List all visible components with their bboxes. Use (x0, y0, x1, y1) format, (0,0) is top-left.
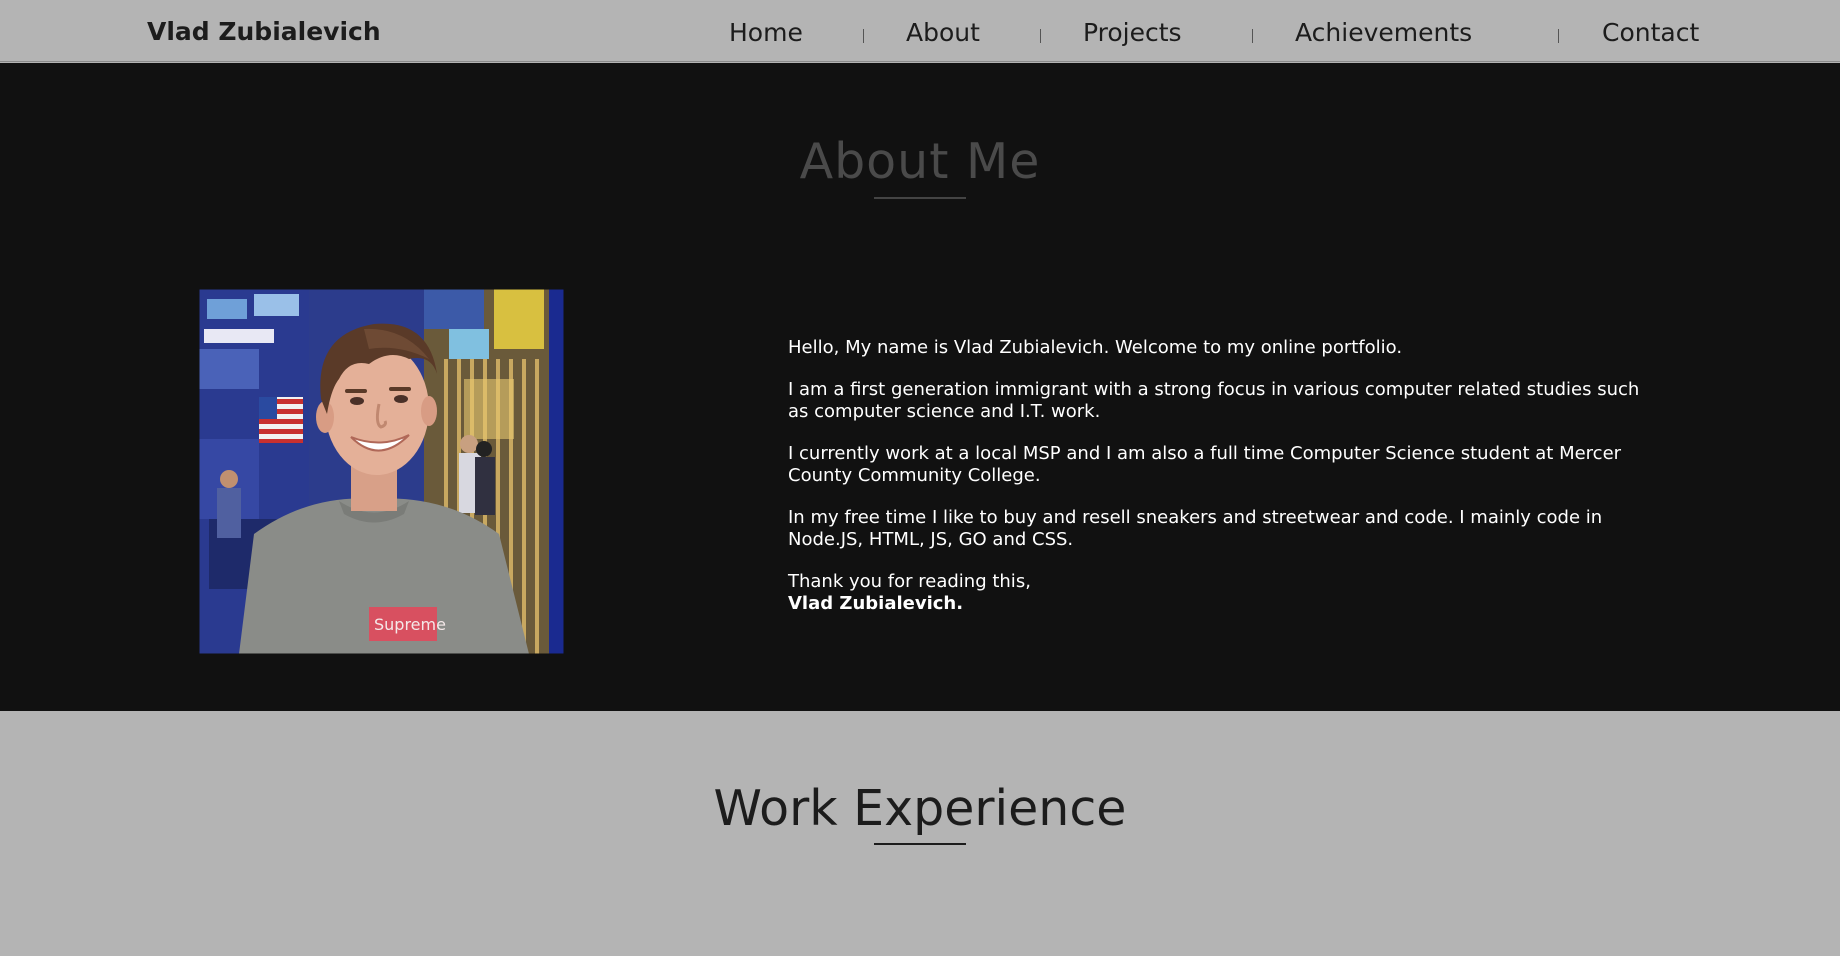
about-bio: Hello, My name is Vlad Zubialevich. Welc… (788, 337, 1648, 615)
nav-separator (1558, 29, 1559, 43)
about-section: About Me Supreme Hello, My name is Vlad … (0, 63, 1840, 711)
nav-projects[interactable]: Projects (1083, 18, 1182, 47)
shirt-logo-text: Supreme (374, 615, 446, 634)
nav-separator (1040, 29, 1041, 43)
nav-separator (1252, 29, 1253, 43)
bio-paragraph: I am a first generation immigrant with a… (788, 379, 1640, 422)
bio-closing: Thank you for reading this, (788, 571, 1031, 592)
nav-about[interactable]: About (906, 18, 980, 47)
bio-paragraph: In my free time I like to buy and resell… (788, 507, 1603, 550)
nav-separator (863, 29, 864, 43)
bio-paragraph: Hello, My name is Vlad Zubialevich. Welc… (788, 337, 1403, 358)
bio-paragraph: I currently work at a local MSP and I am… (788, 443, 1622, 486)
about-title-underline (874, 197, 966, 199)
work-experience-title: Work Experience (713, 780, 1127, 837)
site-brand[interactable]: Vlad Zubialevich (147, 17, 381, 46)
work-title-underline (874, 843, 966, 845)
about-title: About Me (799, 133, 1041, 190)
top-navbar: Vlad Zubialevich Home About Projects Ach… (0, 2, 1840, 62)
bio-signature: Vlad Zubialevich. (788, 593, 964, 614)
nav-contact[interactable]: Contact (1602, 18, 1699, 47)
profile-photo: Supreme (199, 289, 564, 654)
nav-home[interactable]: Home (729, 18, 803, 47)
nav-achievements[interactable]: Achievements (1295, 18, 1472, 47)
